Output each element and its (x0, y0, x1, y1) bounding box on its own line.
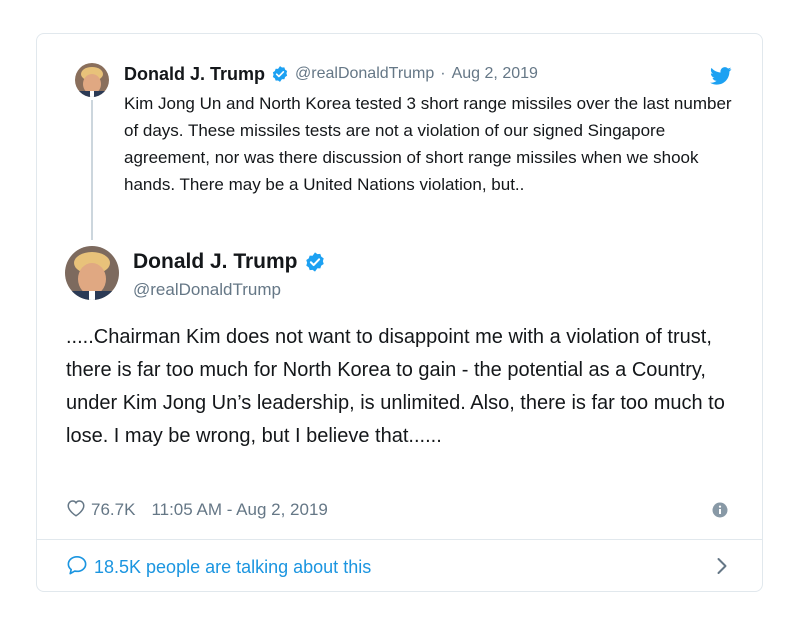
info-icon[interactable] (712, 502, 728, 518)
speech-bubble-icon (66, 555, 88, 580)
main-handle[interactable]: @realDonaldTrump (133, 280, 281, 300)
verified-badge-icon (304, 251, 326, 273)
like-button[interactable]: 76.7K (66, 499, 135, 522)
parent-author-name[interactable]: Donald J. Trump (124, 64, 265, 85)
verified-badge-icon (271, 65, 289, 83)
avatar-image (65, 246, 119, 300)
parent-tweet-text: Kim Jong Un and North Korea tested 3 sho… (124, 94, 732, 194)
divider (37, 539, 762, 540)
avatar-image (75, 63, 109, 97)
main-author-name[interactable]: Donald J. Trump (133, 250, 298, 274)
main-tweet-header: Donald J. Trump (133, 250, 326, 274)
conversation-link[interactable]: 18.5K people are talking about this (66, 555, 371, 580)
tweet-meta-row: 76.7K 11:05 AM - Aug 2, 2019 (66, 498, 328, 522)
talking-about-text: 18.5K people are talking about this (94, 557, 372, 577)
twitter-bird-icon[interactable] (710, 67, 732, 90)
like-count: 76.7K (91, 500, 136, 519)
parent-date[interactable]: Aug 2, 2019 (452, 65, 538, 83)
separator-dot: · (440, 65, 446, 82)
parent-tweet-header: Donald J. Trump @realDonaldTrump · Aug 2… (124, 63, 538, 85)
chevron-right-icon[interactable] (716, 557, 728, 575)
heart-outline-icon (66, 499, 86, 522)
thread-connector-line (91, 100, 93, 240)
parent-handle[interactable]: @realDonaldTrump (295, 65, 434, 83)
tweet-embed-card: Donald J. Trump @realDonaldTrump · Aug 2… (36, 33, 763, 592)
main-avatar[interactable] (65, 246, 119, 300)
tweet-timestamp[interactable]: 11:05 AM - Aug 2, 2019 (151, 500, 327, 520)
main-tweet-text: .....Chairman Kim does not want to disap… (66, 326, 725, 447)
parent-avatar[interactable] (75, 63, 109, 97)
